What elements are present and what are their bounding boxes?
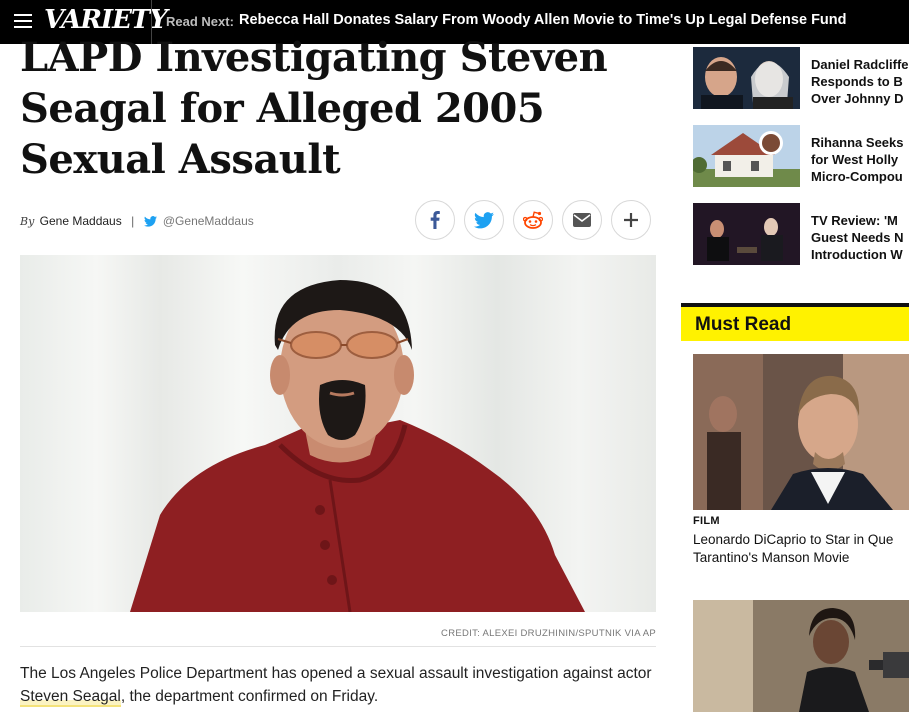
rail-story-1-title-line: Responds to B [811,74,903,89]
twitter-icon [474,211,494,228]
email-icon [573,213,591,227]
twitter-handle-link[interactable]: @GeneMaddaus [163,214,254,228]
rail-story-2-thumbnail [693,125,800,187]
rail-story-2-title-line: for West Holly [811,152,899,167]
byline-prefix: By [20,215,35,228]
rail-story-2-title: Rihanna Seeks for West Holly Micro-Compo… [811,134,909,185]
twitter-share-button[interactable] [464,200,504,240]
credit-divider [20,646,656,647]
must-read-title[interactable]: Leonardo DiCaprio to Star in Que Taranti… [693,531,909,567]
rail-story-1-thumbnail [693,47,800,109]
must-read-photo-2[interactable] [693,600,909,712]
must-read-header: Must Read [681,307,909,341]
read-next-label: Read Next: [166,14,234,29]
rail-story-3-title-line: TV Review: 'M [811,213,898,228]
rail-story-2-title-line: Rihanna Seeks [811,135,904,150]
lede-text-start: The Los Angeles Police Department has op… [20,665,652,682]
rail-story-1-title-line: Over Johnny D [811,91,904,106]
byline-separator: | [131,214,135,228]
rail-story-2[interactable]: Rihanna Seeks for West Holly Micro-Compo… [693,125,909,187]
rail-story-3-title: TV Review: 'M Guest Needs N Introduction… [811,212,909,263]
photo-credit: CREDIT: ALEXEI DRUZHININ/SPUTNIK VIA AP [441,628,656,639]
steven-seagal-link[interactable]: Steven Seagal [20,688,121,707]
byline: By Gene Maddaus | @GeneMaddaus [20,214,254,228]
lede-text-end: , the department confirmed on Friday. [120,688,379,705]
rail-story-1[interactable]: Daniel Radcliffe Responds to B Over John… [693,47,909,109]
rail-story-3[interactable]: TV Review: 'M Guest Needs N Introduction… [693,203,909,265]
rail-story-3-title-line: Introduction W [811,247,903,262]
email-share-button[interactable] [562,200,602,240]
rail-story-3-title-line: Guest Needs N [811,230,904,245]
facebook-icon [430,211,440,229]
must-read-title-line: Leonardo DiCaprio to Star in Que [693,532,894,547]
article-hero-photo [20,255,656,612]
more-share-button[interactable] [611,200,651,240]
must-read-label: Must Read [695,314,792,335]
author-link[interactable]: Gene Maddaus [40,214,122,228]
portrait-photo-illustration [130,280,585,612]
rail-story-1-title-line: Daniel Radcliffe [811,57,909,72]
rail-story-2-title-line: Micro-Compou [811,169,903,184]
reddit-share-button[interactable] [513,200,553,240]
hamburger-menu-icon[interactable] [14,14,32,28]
must-read-title-line: Tarantino's Manson Movie [693,550,850,565]
read-next-link[interactable]: Rebecca Hall Donates Salary From Woody A… [239,12,847,28]
rail-story-1-title: Daniel Radcliffe Responds to B Over John… [811,56,909,107]
reddit-icon [523,211,543,229]
plus-icon [624,213,638,227]
article-lede: The Los Angeles Police Department has op… [20,662,660,708]
twitter-bird-icon [143,216,157,227]
must-read-category[interactable]: FILM [693,515,720,527]
rail-story-3-thumbnail [693,203,800,265]
facebook-share-button[interactable] [415,200,455,240]
must-read-photo[interactable] [693,354,909,510]
article-headline: LAPD Investigating Steven Seagal for All… [20,34,608,183]
variety-logo[interactable]: VARIETY [44,5,168,35]
